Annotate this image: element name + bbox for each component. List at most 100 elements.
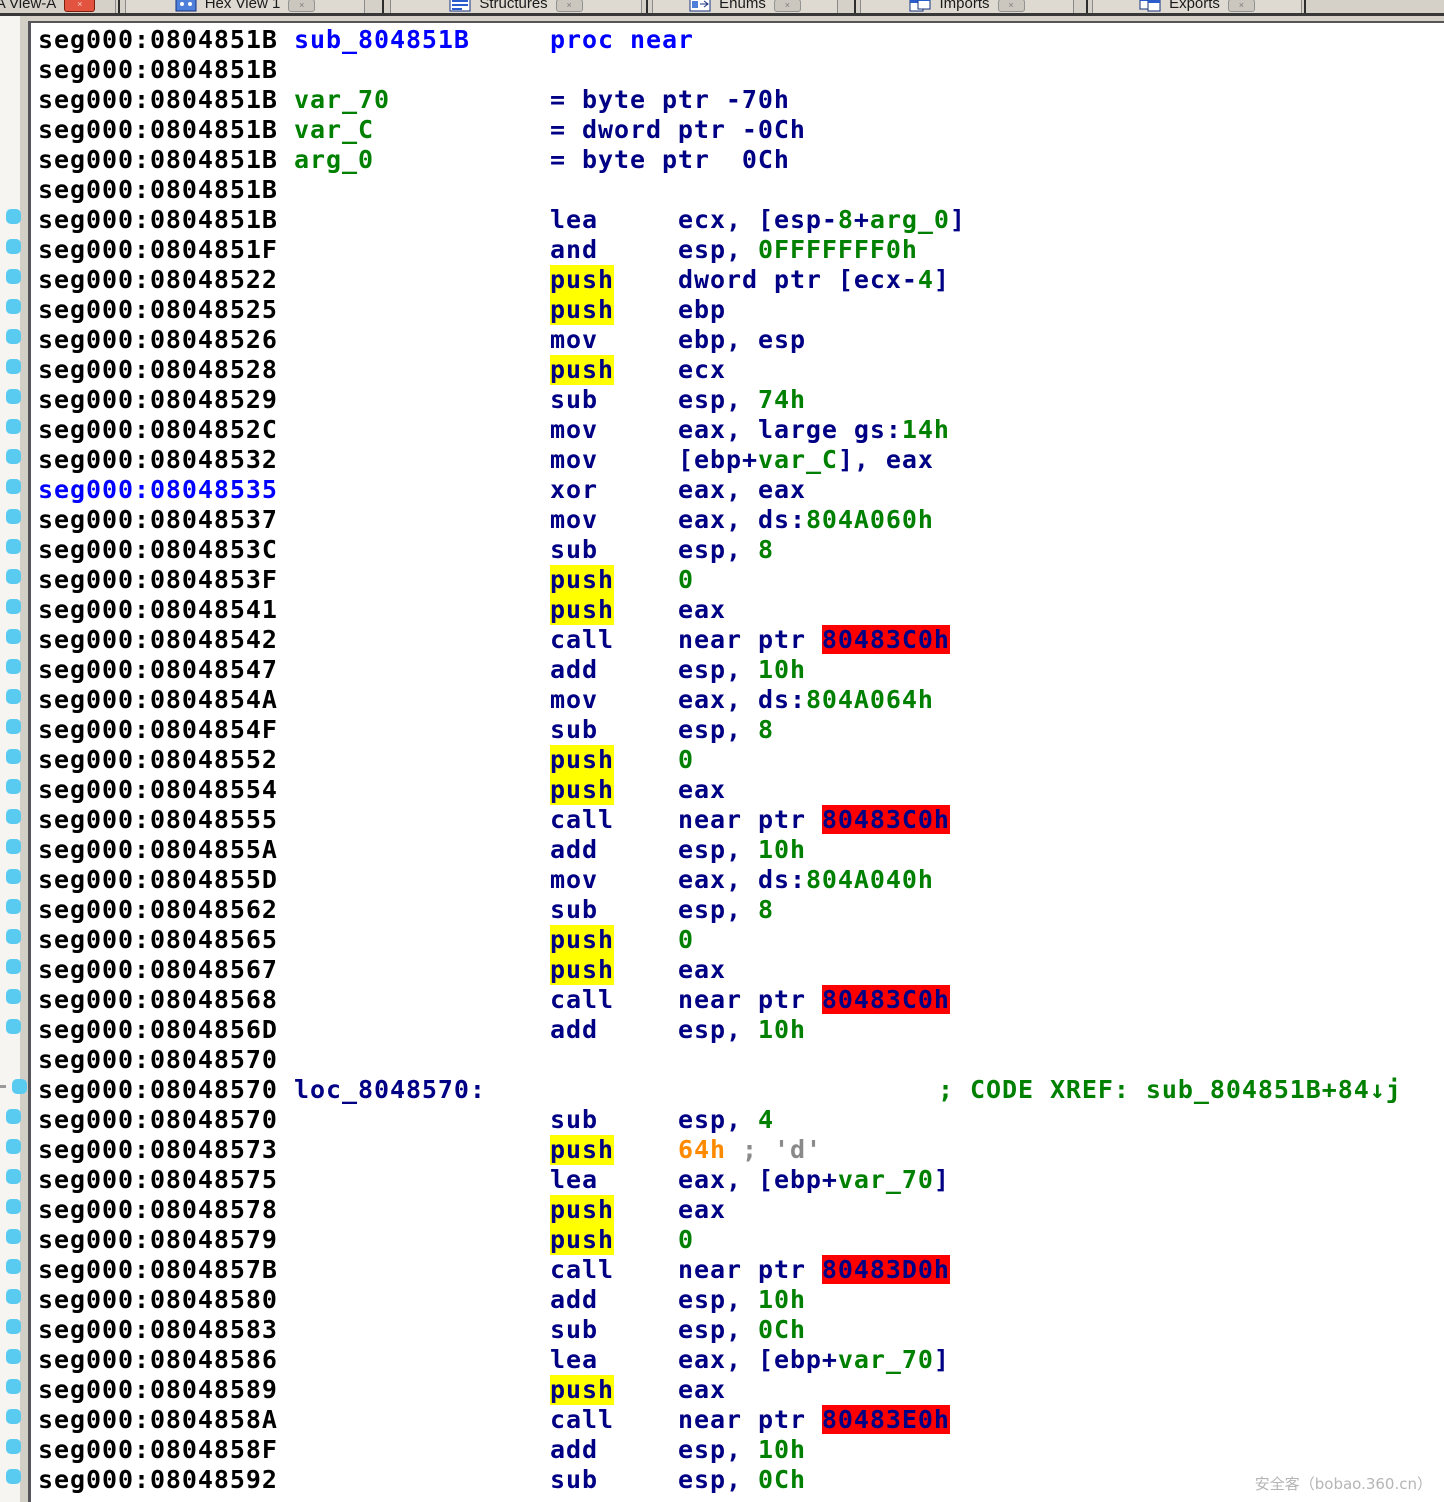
disasm-line[interactable]: seg000:0804858Faddesp, 10h (38, 1435, 1438, 1465)
disasm-line[interactable]: seg000:0804851Barg_0= byte ptr 0Ch (38, 145, 1438, 175)
instruction-marker-dot (6, 389, 21, 404)
tab-close-button[interactable]: × (556, 0, 583, 12)
disasm-line[interactable]: seg000:08048554pusheax (38, 775, 1438, 805)
disasm-line[interactable]: seg000:08048573push64h ; 'd' (38, 1135, 1438, 1165)
mnemonic: push (550, 955, 614, 985)
address: seg000:08048592 (38, 1465, 278, 1495)
instruction-marker-dot (6, 1319, 21, 1334)
tab-label: Imports (939, 0, 989, 12)
disasm-line[interactable]: seg000:0804854Fsubesp, 8 (38, 715, 1438, 745)
disasm-line[interactable]: seg000:0804852Cmoveax, large gs:14h (38, 415, 1438, 445)
tab-close-button[interactable]: × (64, 0, 95, 12)
tab-exports[interactable]: Exports× (1092, 0, 1302, 13)
disasm-line[interactable]: seg000:08048589pusheax (38, 1375, 1438, 1405)
disasm-line[interactable]: seg000:08048592subesp, 0Ch (38, 1465, 1438, 1495)
instruction-marker-dot (6, 899, 21, 914)
mnemonic: = dword ptr -0Ch (550, 115, 806, 145)
disasm-line[interactable]: seg000:08048565push0 (38, 925, 1438, 955)
disasm-line[interactable]: seg000:08048535xoreax, eax (38, 475, 1438, 505)
disasm-line[interactable]: seg000:08048583subesp, 0Ch (38, 1315, 1438, 1345)
operands: 64h ; 'd' (678, 1135, 822, 1165)
address: seg000:08048547 (38, 655, 278, 685)
mnemonic: sub (550, 1465, 598, 1495)
disasm-line[interactable]: seg000:08048578pusheax (38, 1195, 1438, 1225)
disasm-line[interactable]: seg000:0804851Bvar_70= byte ptr -70h (38, 85, 1438, 115)
address: seg000:0804855A (38, 835, 278, 865)
tab-close-button[interactable]: × (288, 0, 315, 12)
disasm-line[interactable]: seg000:0804857Bcallnear ptr 80483D0h (38, 1255, 1438, 1285)
disasm-line[interactable]: seg000:08048570 (38, 1045, 1438, 1075)
disasm-line[interactable]: seg000:08048522pushdword ptr [ecx-4] (38, 265, 1438, 295)
disasm-line[interactable]: seg000:08048525pushebp (38, 295, 1438, 325)
operands: dword ptr [ecx-4] (678, 265, 950, 295)
tab-structures[interactable]: Structures× (390, 0, 642, 13)
tab-close-button[interactable]: × (1228, 0, 1255, 12)
disasm-line[interactable]: seg000:0804851B (38, 175, 1438, 205)
operands: [ebp+var_C], eax (678, 445, 934, 475)
disasm-line[interactable]: seg000:08048586leaeax, [ebp+var_70] (38, 1345, 1438, 1375)
disasm-line[interactable]: seg000:08048532mov[ebp+var_C], eax (38, 445, 1438, 475)
disasm-line[interactable]: seg000:08048575leaeax, [ebp+var_70] (38, 1165, 1438, 1195)
instruction-marker-dot (6, 449, 21, 464)
disasm-line[interactable]: seg000:0804851Bvar_C= dword ptr -0Ch (38, 115, 1438, 145)
instruction-marker-dot (6, 929, 21, 944)
disasm-line[interactable]: seg000:08048528pushecx (38, 355, 1438, 385)
operands: esp, 10h (678, 835, 806, 865)
tab-hex-view-1[interactable]: Hex View 1× (125, 0, 365, 13)
mnemonic: push (550, 355, 614, 385)
instruction-marker-dot (6, 299, 21, 314)
left-margin (0, 16, 28, 1502)
address: seg000:08048578 (38, 1195, 278, 1225)
tab-close-button[interactable]: × (998, 0, 1025, 12)
disasm-line[interactable]: seg000:0804853Csubesp, 8 (38, 535, 1438, 565)
disasm-line[interactable]: seg000:08048547addesp, 10h (38, 655, 1438, 685)
disasm-line[interactable]: seg000:08048579push0 (38, 1225, 1438, 1255)
address: seg000:08048570 (38, 1105, 278, 1135)
disasm-line[interactable]: seg000:08048568callnear ptr 80483C0h (38, 985, 1438, 1015)
mnemonic: add (550, 655, 598, 685)
operands: esp, 4 (678, 1105, 774, 1135)
instruction-marker-dot (6, 809, 21, 824)
address: seg000:08048554 (38, 775, 278, 805)
disasm-line[interactable]: seg000:0804851Fandesp, 0FFFFFFF0h (38, 235, 1438, 265)
label: var_C (294, 115, 374, 145)
disasm-line[interactable]: seg000:08048526movebp, esp (38, 325, 1438, 355)
disasm-line[interactable]: seg000:08048570subesp, 4 (38, 1105, 1438, 1135)
address: seg000:08048535 (38, 475, 278, 505)
disasm-line[interactable]: seg000:0804854Amoveax, ds:804A064h (38, 685, 1438, 715)
disasm-line[interactable]: seg000:08048570loc_8048570:; CODE XREF: … (38, 1075, 1438, 1105)
operands: esp, 10h (678, 1435, 806, 1465)
disasm-line[interactable]: seg000:08048552push0 (38, 745, 1438, 775)
tab-imports[interactable]: Imports × (860, 0, 1074, 13)
tab-enums[interactable]: Enums× (652, 0, 838, 13)
address: seg000:08048552 (38, 745, 278, 775)
tab-separator (646, 0, 648, 13)
disasm-line[interactable]: seg000:08048529subesp, 74h (38, 385, 1438, 415)
disasm-line[interactable]: seg000:0804855Aaddesp, 10h (38, 835, 1438, 865)
disasm-line[interactable]: seg000:08048580addesp, 10h (38, 1285, 1438, 1315)
disasm-line[interactable]: seg000:0804851Bsub_804851Bproc near (38, 25, 1438, 55)
disasm-line[interactable]: seg000:0804855Dmoveax, ds:804A040h (38, 865, 1438, 895)
disasm-line[interactable]: seg000:0804856Daddesp, 10h (38, 1015, 1438, 1045)
instruction-marker-dot (6, 539, 21, 554)
disasm-line[interactable]: seg000:08048555callnear ptr 80483C0h (38, 805, 1438, 835)
instruction-marker-dot (6, 989, 21, 1004)
disassembly-view[interactable]: seg000:0804851Bsub_804851Bproc nearseg00… (31, 21, 1444, 1502)
disasm-line[interactable]: seg000:0804851B (38, 55, 1438, 85)
disasm-line[interactable]: seg000:08048541pusheax (38, 595, 1438, 625)
operands: near ptr 80483C0h (678, 985, 950, 1015)
address: seg000:08048529 (38, 385, 278, 415)
disasm-line[interactable]: seg000:0804851Bleaecx, [esp-8+arg_0] (38, 205, 1438, 235)
disasm-line[interactable]: seg000:08048567pusheax (38, 955, 1438, 985)
disasm-line[interactable]: seg000:0804858Acallnear ptr 80483E0h (38, 1405, 1438, 1435)
instruction-marker-dot (6, 1139, 21, 1154)
tab-ida-view-a[interactable]: IDA View-A× (0, 0, 116, 13)
disasm-line[interactable]: seg000:08048537moveax, ds:804A060h (38, 505, 1438, 535)
watermark: 安全客（bobao.360.cn） (1255, 1473, 1432, 1494)
address: seg000:0804854F (38, 715, 278, 745)
disasm-line[interactable]: seg000:08048542callnear ptr 80483C0h (38, 625, 1438, 655)
operands: eax, eax (678, 475, 806, 505)
disasm-line[interactable]: seg000:0804853Fpush0 (38, 565, 1438, 595)
tab-close-button[interactable]: × (774, 0, 801, 12)
disasm-line[interactable]: seg000:08048562subesp, 8 (38, 895, 1438, 925)
